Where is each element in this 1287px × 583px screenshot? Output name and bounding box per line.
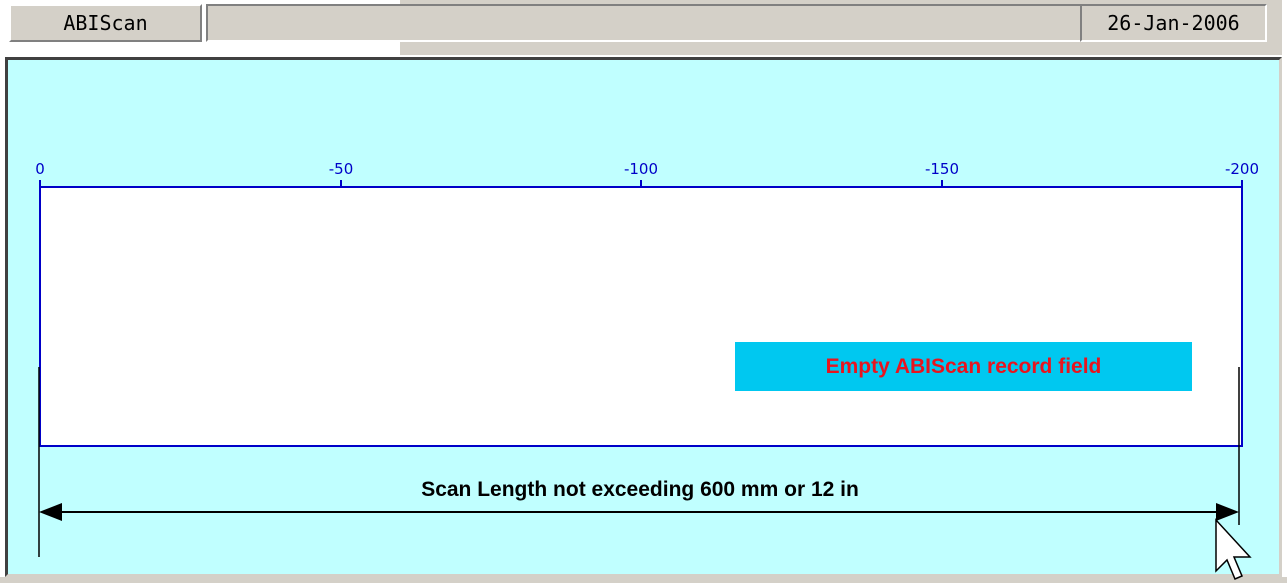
scan-length-arrow-right-head [1216,503,1239,521]
record-field [39,186,1243,447]
empty-record-callout-text: Empty ABIScan record field [825,354,1102,378]
scale-label-100: -100 [624,160,658,178]
arrow-pointer-icon [1215,518,1252,580]
scale-label-200: -200 [1225,160,1259,178]
scale-label-50: -50 [329,160,354,178]
scale-label-0: 0 [35,160,45,178]
abiscan-window: ABIScan 26-Jan-2006 0 -50 -100 -150 -200 [0,0,1287,583]
scan-length-label: Scan Length not exceeding 600 mm or 12 i… [421,478,859,501]
scan-length-arrow-left-head [39,503,62,521]
empty-record-callout: Empty ABIScan record field [735,342,1192,391]
scale-label-150: -150 [925,160,959,178]
